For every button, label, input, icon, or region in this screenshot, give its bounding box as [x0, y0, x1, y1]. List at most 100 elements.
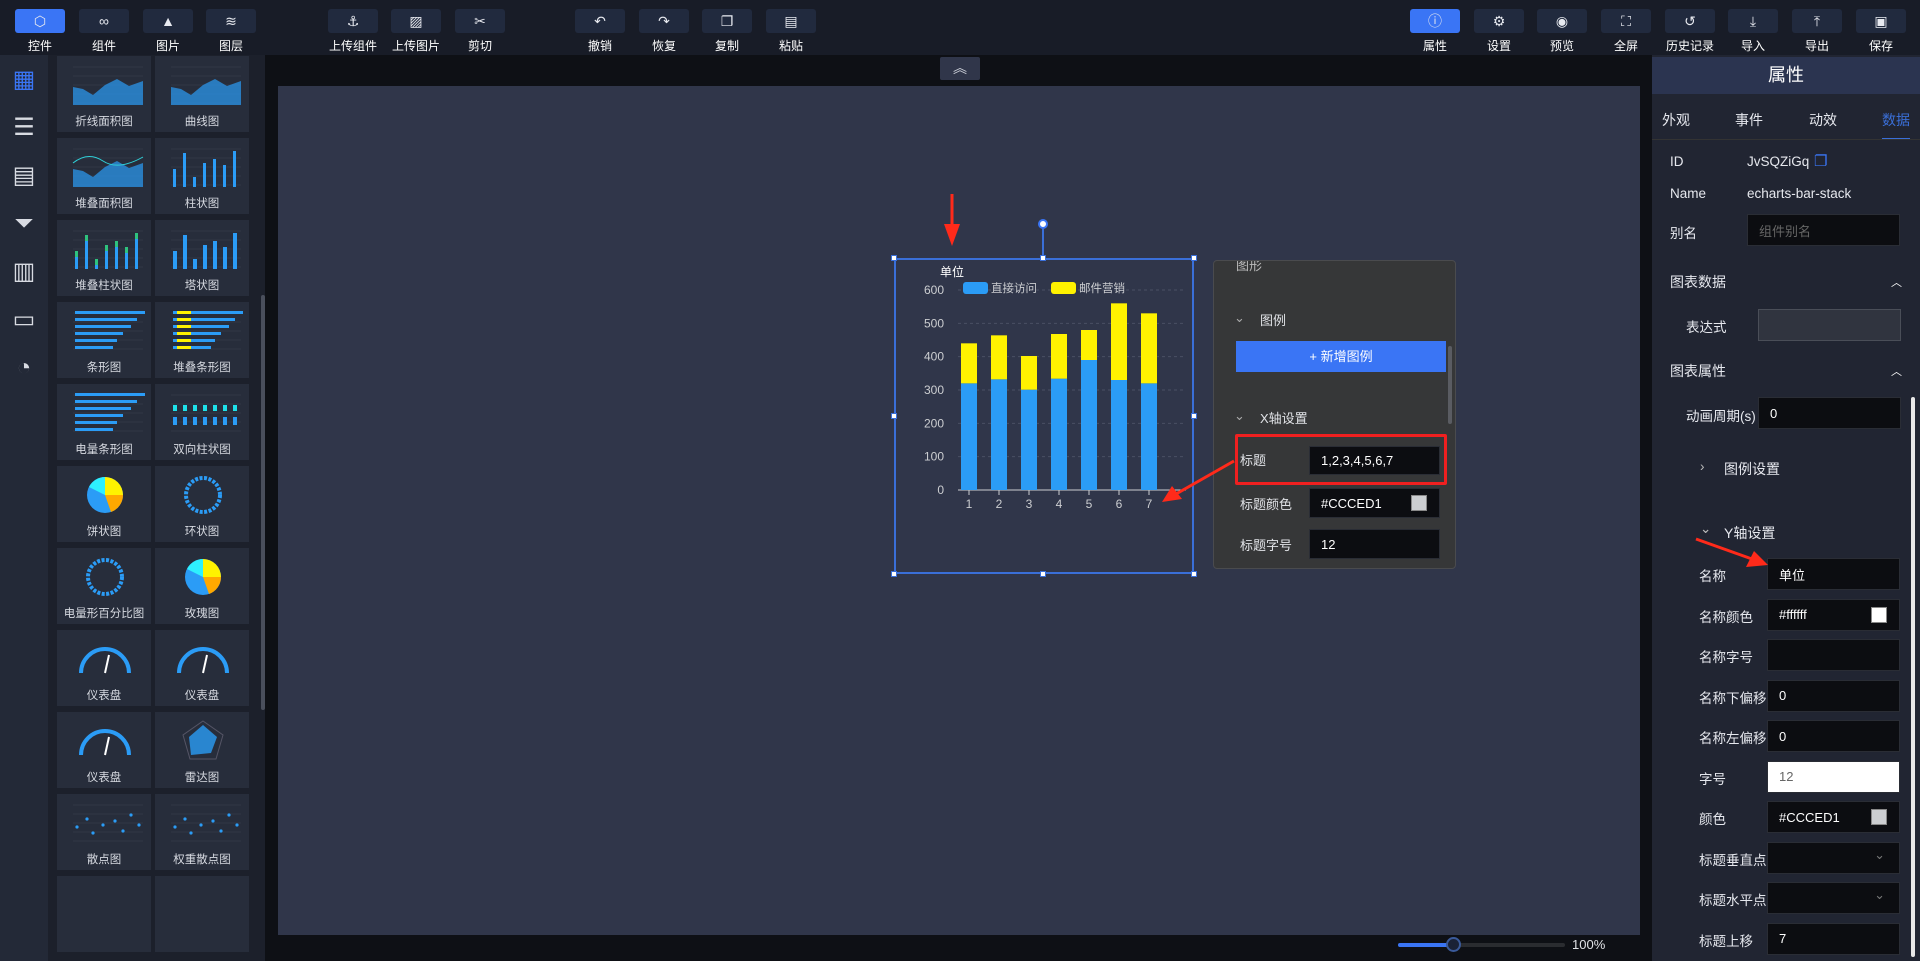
bar-email-4[interactable]	[1051, 334, 1067, 379]
resize-handle[interactable]	[1191, 255, 1197, 261]
component-card[interactable]: 电量条形图	[57, 384, 151, 460]
cut-button[interactable]: ✂ 剪切	[455, 9, 505, 54]
chevron-right-icon[interactable]: ›	[1700, 459, 1705, 474]
component-card[interactable]: 条形图	[57, 302, 151, 378]
expression-input[interactable]	[1758, 309, 1901, 341]
component-card[interactable]: 环状图	[155, 466, 249, 542]
component-card[interactable]: 仪表盘	[57, 630, 151, 706]
legend-label[interactable]: 邮件营销	[1079, 281, 1125, 295]
animation-period-input[interactable]: 0	[1758, 397, 1901, 429]
layers-button[interactable]: ≋ 图层	[206, 9, 256, 54]
xaxis-title-size-input[interactable]: 12	[1309, 529, 1440, 559]
resize-handle[interactable]	[1040, 255, 1046, 261]
legend-label[interactable]: 直接访问	[991, 281, 1037, 295]
table-icon[interactable]: ▤	[8, 160, 40, 192]
settings-button[interactable]: ⚙ 设置	[1474, 9, 1524, 54]
zoom-slider-knob[interactable]	[1446, 937, 1462, 952]
popover-scrollbar[interactable]	[1448, 346, 1452, 424]
paste-button[interactable]: ▤ 粘贴	[766, 9, 816, 54]
bar-direct-6[interactable]	[1111, 380, 1127, 490]
rotate-handle[interactable]	[1038, 219, 1048, 229]
undo-button[interactable]: ↶ 撤销	[575, 9, 625, 54]
component-card[interactable]: 饼状图	[57, 466, 151, 542]
import-button[interactable]: ⤓ 导入	[1728, 9, 1778, 54]
grid-icon[interactable]: ▦	[8, 64, 40, 96]
component-card[interactable]: 散点图	[57, 794, 151, 870]
properties-button[interactable]: ⓘ 属性	[1410, 9, 1460, 54]
bar-chart-icon[interactable]: ▥	[8, 256, 40, 288]
resize-handle[interactable]	[1191, 571, 1197, 577]
resize-handle[interactable]	[891, 255, 897, 261]
upload-image-button[interactable]: ▨ 上传图片	[391, 9, 441, 54]
filter-icon[interactable]: ⏷	[8, 208, 40, 240]
legend-swatch[interactable]	[1051, 282, 1076, 294]
tab-events[interactable]: 事件	[1735, 110, 1763, 130]
legend-settings-section[interactable]: 图例设置	[1724, 459, 1780, 479]
controls-button[interactable]: ⬡ 控件	[15, 9, 65, 54]
copy-button[interactable]: ❐ 复制	[702, 9, 752, 54]
resize-handle[interactable]	[1040, 571, 1046, 577]
color-swatch[interactable]	[1871, 809, 1887, 825]
preview-button[interactable]: ◉ 预览	[1537, 9, 1587, 54]
component-card[interactable]: 折线面积图	[57, 56, 151, 132]
component-card[interactable]: 电量形百分比图	[57, 548, 151, 624]
bar-direct-5[interactable]	[1081, 360, 1097, 490]
bar-direct-7[interactable]	[1141, 383, 1157, 490]
chevron-down-icon[interactable]: ⌄	[1234, 310, 1245, 326]
yaxis-row-input[interactable]: 单位	[1767, 558, 1900, 590]
component-card[interactable]: 仪表盘	[57, 712, 151, 788]
properties-scrollbar[interactable]	[1911, 397, 1915, 957]
bar-email-5[interactable]	[1081, 330, 1097, 360]
component-card[interactable]	[155, 876, 249, 952]
upload-component-button[interactable]: ⚓ 上传组件	[328, 9, 378, 54]
resize-handle[interactable]	[891, 413, 897, 419]
bar-email-2[interactable]	[991, 335, 1007, 380]
component-card[interactable]: 柱状图	[155, 138, 249, 214]
resize-handle[interactable]	[891, 571, 897, 577]
component-card[interactable]: 堆叠面积图	[57, 138, 151, 214]
bar-email-3[interactable]	[1021, 356, 1037, 390]
component-card[interactable]: 曲线图	[155, 56, 249, 132]
component-panel-scrollbar[interactable]	[261, 295, 265, 710]
yaxis-row-input[interactable]: 0	[1767, 679, 1900, 712]
selected-chart-component[interactable]: 单位 0 100 200 300 400 500 600 1 2 3 4 5 6 7 直接访问 邮件营销	[894, 258, 1194, 574]
chevron-up-icon[interactable]: ︿	[1891, 274, 1902, 290]
component-card[interactable]: 玫瑰图	[155, 548, 249, 624]
video-icon[interactable]: ▭	[8, 304, 40, 336]
component-card[interactable]	[57, 876, 151, 952]
add-legend-button[interactable]: + 新增图例	[1236, 341, 1446, 372]
fullscreen-button[interactable]: ⛶ 全屏	[1601, 9, 1651, 54]
chart-data-section[interactable]: 图表数据	[1670, 272, 1726, 292]
yaxis-row-input[interactable]: 7	[1767, 922, 1900, 955]
alias-input[interactable]: 组件别名	[1747, 214, 1900, 246]
chevron-down-icon[interactable]: ⌄	[1234, 408, 1245, 424]
tab-animation[interactable]: 动效	[1809, 110, 1837, 130]
bar-direct-4[interactable]	[1051, 378, 1067, 490]
history-button[interactable]: ↺ 历史记录	[1665, 9, 1715, 54]
zoom-slider[interactable]	[1398, 937, 1565, 952]
yaxis-row-input[interactable]: #CCCED1	[1767, 801, 1900, 833]
sliders-icon[interactable]: ☰	[8, 112, 40, 144]
yaxis-row-input[interactable]: 12	[1767, 760, 1900, 793]
tab-data[interactable]: 数据	[1882, 110, 1910, 130]
bar-email-1[interactable]	[961, 343, 977, 384]
xaxis-section-title[interactable]: X轴设置	[1260, 408, 1308, 427]
color-swatch[interactable]	[1411, 495, 1427, 511]
bar-direct-2[interactable]	[991, 379, 1007, 490]
component-card[interactable]: 双向柱状图	[155, 384, 249, 460]
components-button[interactable]: ∞ 组件	[79, 9, 129, 54]
legend-section-title[interactable]: 图例	[1260, 310, 1286, 329]
bar-direct-1[interactable]	[961, 383, 977, 490]
yaxis-row-input[interactable]: #ffffff	[1767, 598, 1900, 631]
bar-email-7[interactable]	[1141, 313, 1157, 384]
yaxis-row-input[interactable]: 0	[1767, 720, 1900, 752]
resize-handle[interactable]	[1191, 413, 1197, 419]
export-button[interactable]: ⤒ 导出	[1792, 9, 1842, 54]
bar-direct-3[interactable]	[1021, 389, 1037, 490]
legend-swatch[interactable]	[963, 282, 988, 294]
yaxis-row-input[interactable]: ⌄	[1767, 841, 1900, 874]
yaxis-row-input[interactable]: ⌄	[1767, 882, 1900, 914]
collapse-toolbar-button[interactable]: ︽	[940, 57, 980, 80]
copy-icon[interactable]: ❐	[1814, 152, 1827, 170]
component-card[interactable]: 仪表盘	[155, 630, 249, 706]
